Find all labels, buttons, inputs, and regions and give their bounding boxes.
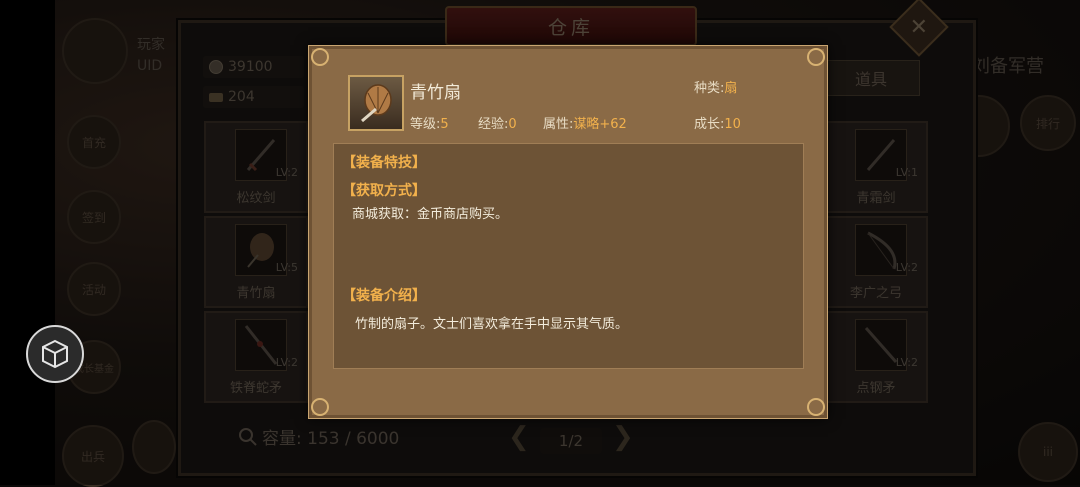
item-description-box xyxy=(333,143,804,369)
item-attribute: 属性:谋略+62 xyxy=(543,117,627,132)
item-name: 青竹扇 xyxy=(410,83,461,103)
intro-section-title: 【装备介绍】 xyxy=(342,288,426,304)
corner-ornament xyxy=(311,398,329,416)
corner-ornament xyxy=(311,48,329,66)
item-exp: 经验:0 xyxy=(478,117,517,132)
skill-section-title: 【装备特技】 xyxy=(342,155,426,171)
corner-ornament xyxy=(807,398,825,416)
item-type: 种类:扇 xyxy=(694,81,738,96)
obtain-section-title: 【获取方式】 xyxy=(342,183,426,199)
cube-menu-icon xyxy=(42,339,68,369)
item-growth: 成长:10 xyxy=(694,117,741,132)
intro-text: 竹制的扇子。文士们喜欢拿在手中显示其气质。 xyxy=(355,317,629,332)
left-black-bar xyxy=(0,0,55,485)
item-level: 等级:5 xyxy=(410,117,449,132)
corner-ornament xyxy=(807,48,825,66)
floating-menu-button[interactable] xyxy=(26,325,84,383)
obtain-text: 商城获取：金币商店购买。 xyxy=(352,207,509,222)
fan-icon xyxy=(361,84,392,123)
item-icon xyxy=(348,75,404,131)
